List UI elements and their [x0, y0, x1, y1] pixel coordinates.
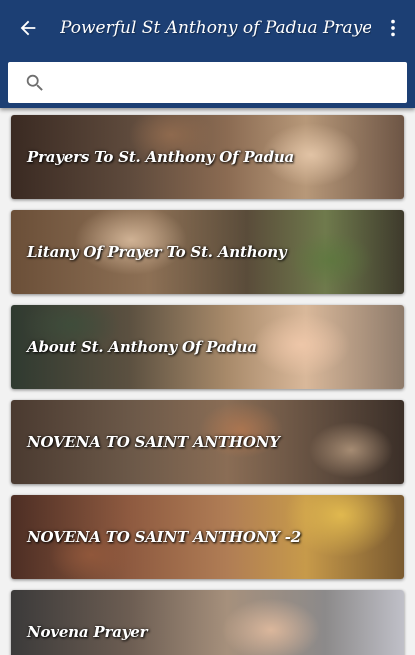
list-item-label: Prayers To St. Anthony Of Padua [27, 148, 295, 166]
arrow-back-icon [20, 20, 36, 36]
list-item-label: Litany Of Prayer To St. Anthony [27, 243, 287, 261]
list-item-prayers-to-st-anthony[interactable]: Prayers To St. Anthony Of Padua [11, 115, 404, 199]
search-bar[interactable] [8, 62, 407, 103]
list-item-label: NOVENA TO SAINT ANTHONY -2 [27, 528, 302, 546]
page-title: Powerful St Anthony of Padua Prayer [60, 18, 371, 38]
list-item-label: Novena Prayer [27, 623, 148, 641]
list-item-litany-of-prayer[interactable]: Litany Of Prayer To St. Anthony [11, 210, 404, 294]
list-item-label: NOVENA TO SAINT ANTHONY [27, 433, 280, 451]
list-item-novena-to-saint-anthony-2[interactable]: NOVENA TO SAINT ANTHONY -2 [11, 495, 404, 579]
back-button[interactable] [12, 12, 44, 44]
prayer-list: Prayers To St. Anthony Of Padua Litany O… [0, 108, 415, 655]
list-item-novena-prayer[interactable]: Novena Prayer [11, 590, 404, 655]
list-item-about-st-anthony[interactable]: About St. Anthony Of Padua [11, 305, 404, 389]
search-input[interactable] [56, 63, 397, 102]
more-vert-icon [391, 19, 395, 37]
overflow-menu-button[interactable] [379, 12, 407, 44]
app-bar: Powerful St Anthony of Padua Prayer [0, 0, 415, 108]
list-item-label: About St. Anthony Of Padua [27, 338, 257, 356]
list-item-novena-to-saint-anthony[interactable]: NOVENA TO SAINT ANTHONY [11, 400, 404, 484]
search-icon [26, 74, 43, 91]
